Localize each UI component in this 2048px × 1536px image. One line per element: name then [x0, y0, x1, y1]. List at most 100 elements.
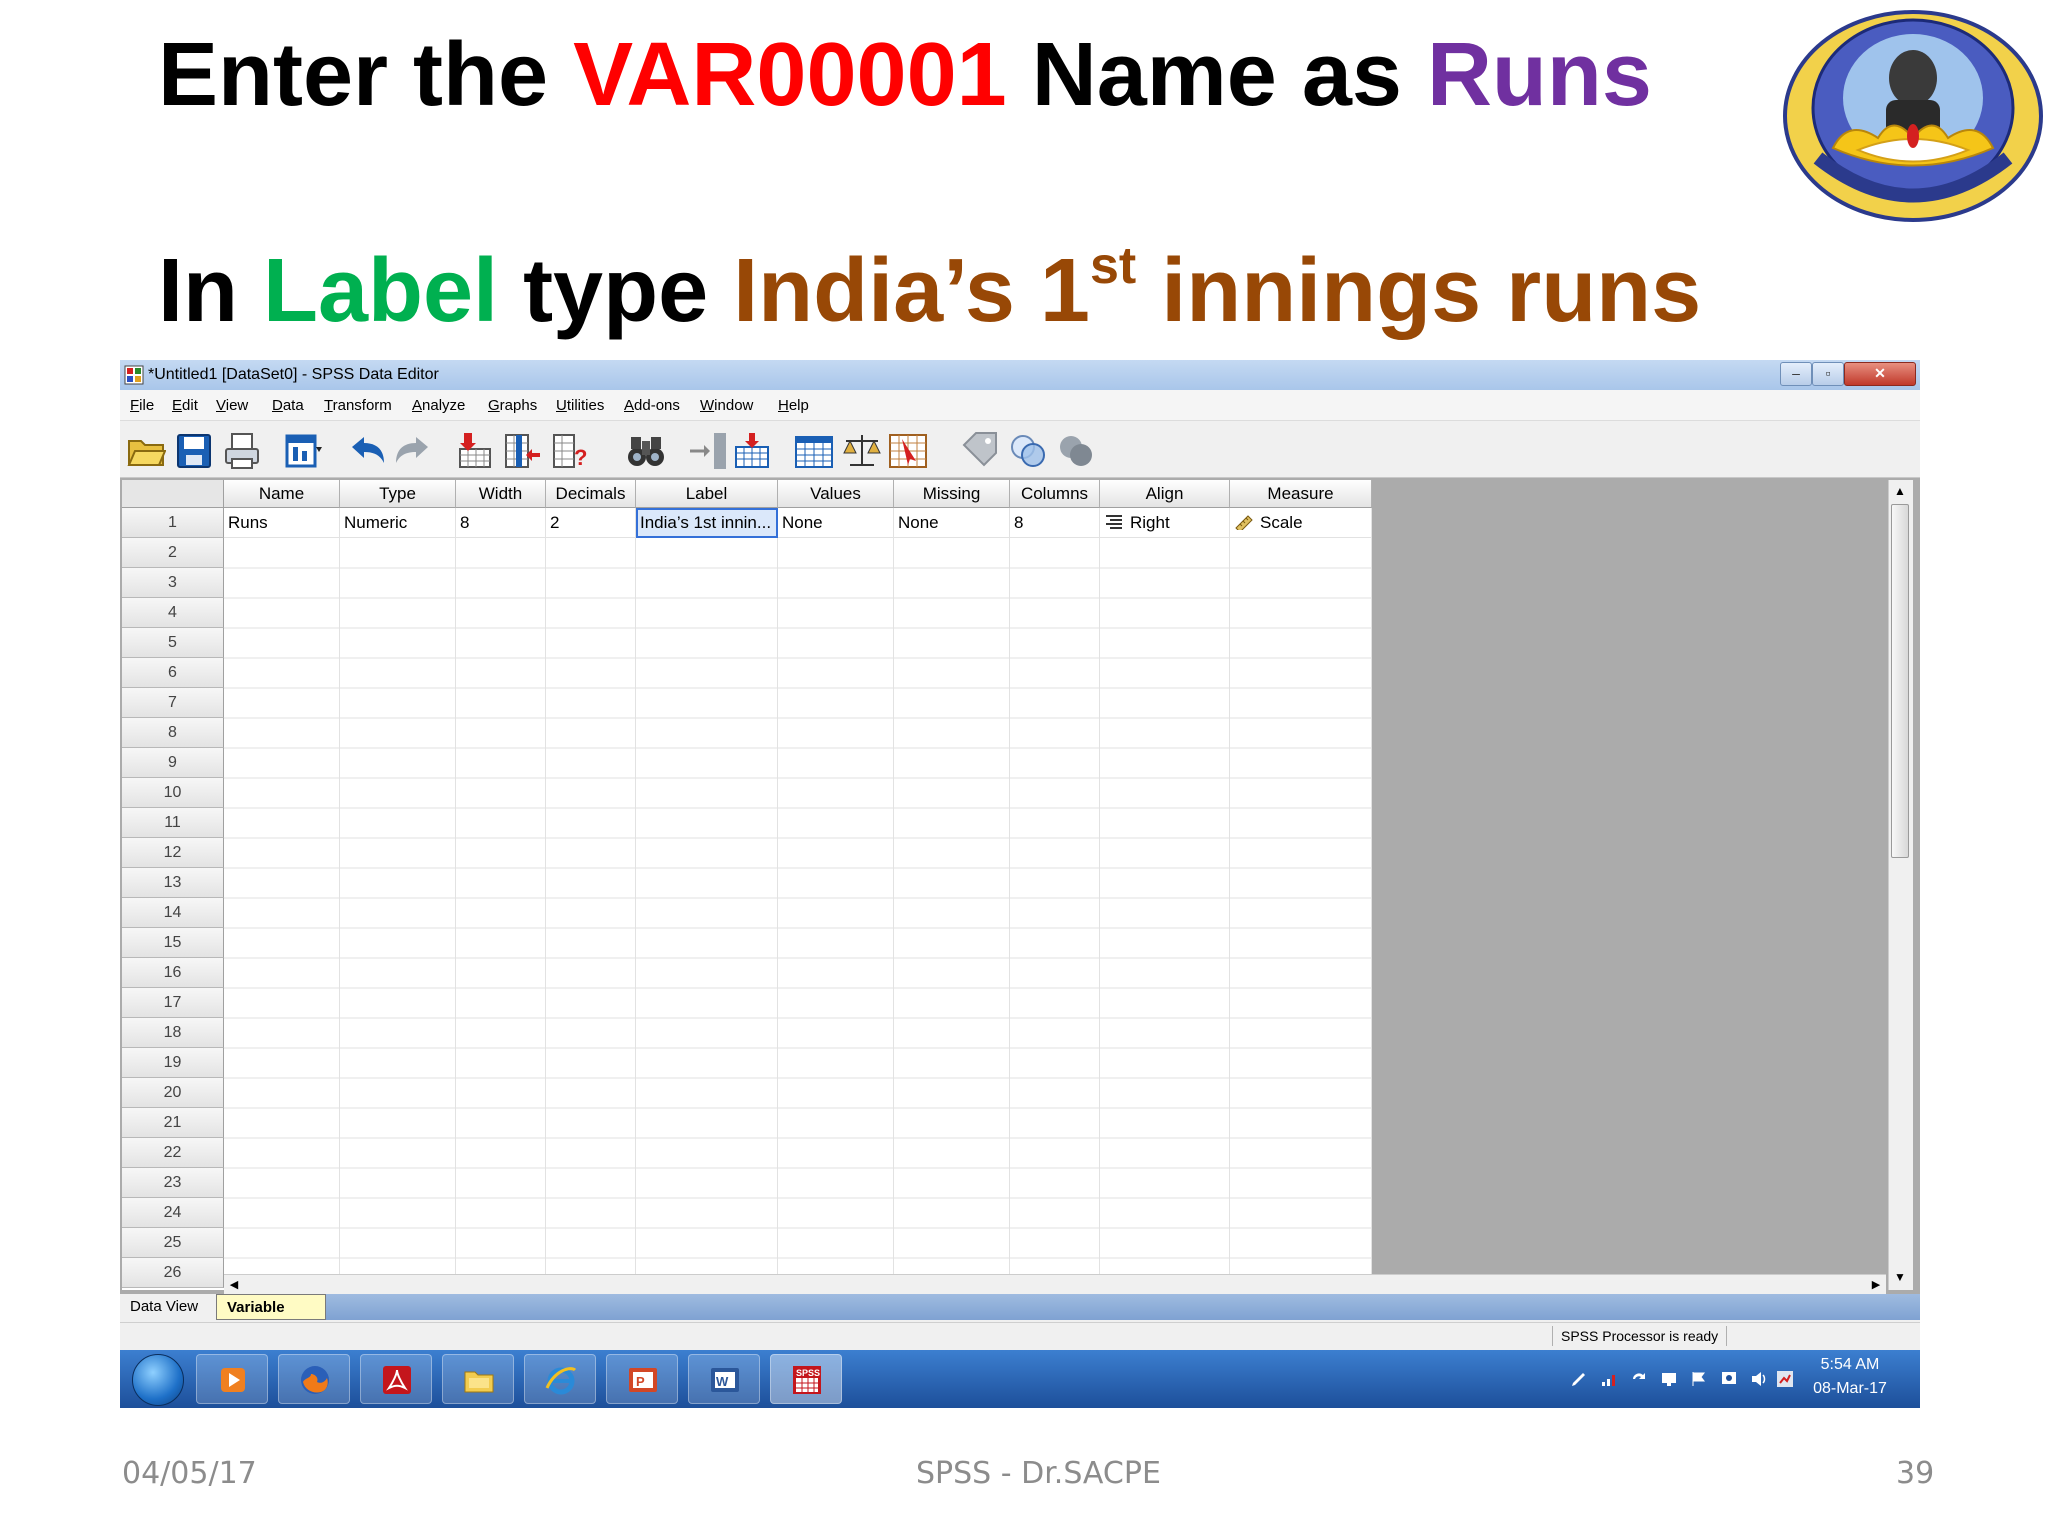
insert-cases-icon[interactable]: [688, 431, 728, 471]
cell-values[interactable]: None: [778, 508, 894, 538]
close-button[interactable]: ✕: [1844, 362, 1916, 386]
vertical-scroll-thumb[interactable]: [1891, 504, 1909, 858]
scroll-right-arrow-icon[interactable]: ▶: [1868, 1276, 1884, 1294]
cell-label[interactable]: India’s 1st innin...: [636, 508, 778, 538]
maximize-button[interactable]: ▫: [1812, 362, 1844, 386]
start-button[interactable]: [132, 1354, 184, 1406]
taskbar-powerpoint[interactable]: P: [606, 1354, 678, 1404]
column-header-missing[interactable]: Missing: [894, 480, 1010, 508]
menu-utilities[interactable]: Utilities: [556, 397, 604, 414]
redo-icon[interactable]: [392, 431, 432, 471]
row-header-4[interactable]: 4: [122, 598, 224, 628]
column-header-decimals[interactable]: Decimals: [546, 480, 636, 508]
find-icon[interactable]: [626, 431, 666, 471]
menu-help[interactable]: Help: [778, 397, 809, 414]
taskbar-media-player[interactable]: [196, 1354, 268, 1404]
menu-analyze[interactable]: Analyze: [412, 397, 465, 414]
insert-variable-icon[interactable]: [732, 431, 772, 471]
weight-cases-icon[interactable]: [842, 431, 882, 471]
row-header-6[interactable]: 6: [122, 658, 224, 688]
taskbar-spss[interactable]: SPSS: [770, 1354, 842, 1404]
menu-transform[interactable]: Transform: [324, 397, 392, 414]
use-sets-icon[interactable]: [1008, 431, 1048, 471]
row-header-5[interactable]: 5: [122, 628, 224, 658]
row-header-12[interactable]: 12: [122, 838, 224, 868]
save-icon[interactable]: [174, 431, 214, 471]
column-header-measure[interactable]: Measure: [1230, 480, 1372, 508]
row-header-17[interactable]: 17: [122, 988, 224, 1018]
row-header-15[interactable]: 15: [122, 928, 224, 958]
row-header-7[interactable]: 7: [122, 688, 224, 718]
cell-align[interactable]: Right: [1100, 508, 1230, 538]
select-cases-icon[interactable]: [888, 431, 928, 471]
row-header-21[interactable]: 21: [122, 1108, 224, 1138]
goto-variable-icon[interactable]: [502, 431, 542, 471]
row-header-22[interactable]: 22: [122, 1138, 224, 1168]
cell-name[interactable]: Runs: [224, 508, 340, 538]
row-header-14[interactable]: 14: [122, 898, 224, 928]
column-header-width[interactable]: Width: [456, 480, 546, 508]
network-icon[interactable]: [1660, 1370, 1678, 1388]
cell-measure[interactable]: Scale: [1230, 508, 1372, 538]
menu-edit[interactable]: Edit: [172, 397, 198, 414]
split-file-icon[interactable]: [794, 431, 834, 471]
tab-variable-view[interactable]: Variable View: [216, 1294, 326, 1342]
row-header-24[interactable]: 24: [122, 1198, 224, 1228]
undo-icon[interactable]: [348, 431, 388, 471]
column-header-label[interactable]: Label: [636, 480, 778, 508]
column-header-columns[interactable]: Columns: [1010, 480, 1100, 508]
scroll-left-arrow-icon[interactable]: ◀: [226, 1276, 242, 1294]
vertical-scrollbar[interactable]: ▲ ▼: [1888, 480, 1913, 1290]
taskbar-file-explorer[interactable]: [442, 1354, 514, 1404]
horizontal-scrollbar[interactable]: ◀ ▶: [224, 1274, 1886, 1295]
menu-window[interactable]: Window: [700, 397, 753, 414]
row-header-9[interactable]: 9: [122, 748, 224, 778]
scroll-up-arrow-icon[interactable]: ▲: [1891, 482, 1909, 500]
tab-data-view[interactable]: Data View: [120, 1294, 228, 1320]
cell-columns[interactable]: 8: [1010, 508, 1100, 538]
menu-graphs[interactable]: Graphs: [488, 397, 537, 414]
sync-icon[interactable]: [1630, 1370, 1648, 1388]
action-center-flag-icon[interactable]: [1690, 1370, 1708, 1388]
print-icon[interactable]: [222, 431, 262, 471]
row-header-25[interactable]: 25: [122, 1228, 224, 1258]
column-header-align[interactable]: Align: [1100, 480, 1230, 508]
column-header-values[interactable]: Values: [778, 480, 894, 508]
row-header-18[interactable]: 18: [122, 1018, 224, 1048]
column-header-type[interactable]: Type: [340, 480, 456, 508]
row-header-3[interactable]: 3: [122, 568, 224, 598]
column-header-name[interactable]: Name: [224, 480, 340, 508]
display-icon[interactable]: [1720, 1370, 1738, 1388]
scroll-down-arrow-icon[interactable]: ▼: [1891, 1268, 1909, 1286]
row-header-10[interactable]: 10: [122, 778, 224, 808]
cell-type[interactable]: Numeric: [340, 508, 456, 538]
cell-decimals[interactable]: 2: [546, 508, 636, 538]
row-header-13[interactable]: 13: [122, 868, 224, 898]
row-header-20[interactable]: 20: [122, 1078, 224, 1108]
dialog-recall-icon[interactable]: [284, 431, 324, 471]
row-header-8[interactable]: 8: [122, 718, 224, 748]
clock-time[interactable]: 5:54 AM: [1800, 1356, 1900, 1374]
row-header-11[interactable]: 11: [122, 808, 224, 838]
minimize-button[interactable]: –: [1780, 362, 1812, 386]
taskbar-firefox[interactable]: [278, 1354, 350, 1404]
taskbar-acrobat[interactable]: [360, 1354, 432, 1404]
pen-icon[interactable]: [1570, 1370, 1588, 1388]
show-all-variables-icon[interactable]: [1056, 431, 1096, 471]
row-header-16[interactable]: 16: [122, 958, 224, 988]
signal-icon[interactable]: [1600, 1370, 1618, 1388]
menu-data[interactable]: Data: [272, 397, 304, 414]
notification-icon[interactable]: [1776, 1370, 1794, 1388]
variables-info-icon[interactable]: ?: [550, 431, 590, 471]
value-labels-icon[interactable]: [960, 431, 1000, 471]
cell-missing[interactable]: None: [894, 508, 1010, 538]
taskbar-internet-explorer[interactable]: [524, 1354, 596, 1404]
row-header-26[interactable]: 26: [122, 1258, 224, 1288]
clock-date[interactable]: 08-Mar-17: [1800, 1380, 1900, 1398]
row-header-19[interactable]: 19: [122, 1048, 224, 1078]
open-folder-icon[interactable]: [126, 431, 166, 471]
taskbar-word[interactable]: W: [688, 1354, 760, 1404]
window-titlebar[interactable]: *Untitled1 [DataSet0] - SPSS Data Editor…: [120, 360, 1920, 390]
row-header-2[interactable]: 2: [122, 538, 224, 568]
row-header-1[interactable]: 1: [122, 508, 224, 538]
